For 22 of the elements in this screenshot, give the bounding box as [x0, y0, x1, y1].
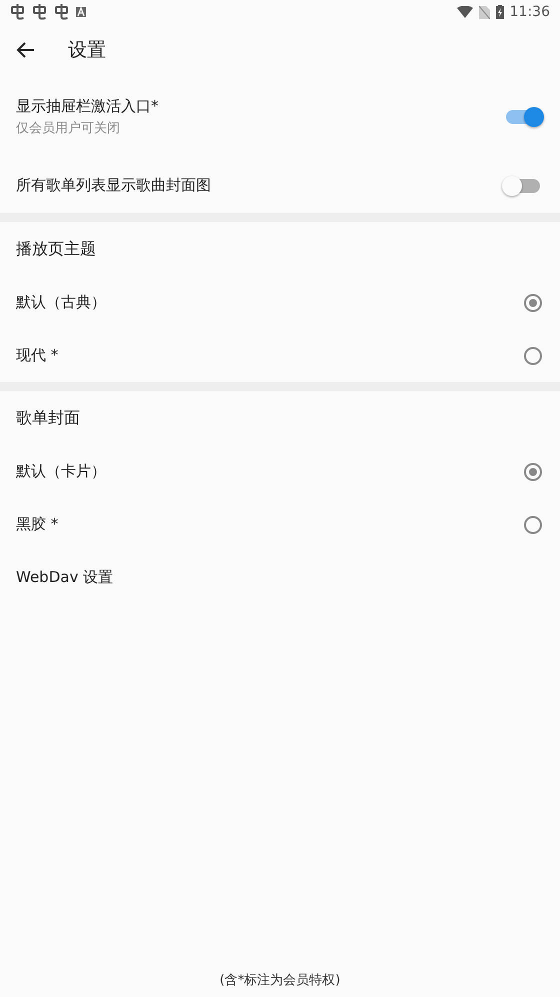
option-label: 黑胶 *: [16, 515, 60, 534]
footer-note: (含*标注为会员特权): [220, 972, 340, 989]
radio-button[interactable]: [524, 346, 542, 364]
radio-button[interactable]: [524, 294, 542, 312]
page-title: 设置: [68, 38, 106, 63]
option-label: 现代 *: [16, 346, 60, 365]
setting-label: 所有歌单列表显示歌曲封面图: [16, 176, 212, 195]
battery-icon: [496, 5, 504, 19]
clock-time: 11:36: [510, 4, 550, 20]
menu-item[interactable]: WebDav 设置: [16, 568, 114, 587]
setting-label: 显示抽屉栏激活入口*: [16, 97, 160, 116]
back-button[interactable]: [16, 40, 36, 60]
section-header: 歌单封面: [16, 408, 80, 428]
option-label: 默认（卡片）: [16, 462, 107, 481]
section-header: 播放页主题: [16, 238, 96, 260]
no-sim-icon: [478, 6, 490, 18]
wifi-icon: [456, 6, 473, 18]
option-label: 默认（古典）: [16, 293, 107, 312]
app-icon: [76, 7, 86, 17]
radio-button[interactable]: [524, 516, 542, 534]
radio-button[interactable]: [524, 462, 542, 480]
setting-subtitle: 仅会员用户可关闭: [16, 120, 121, 137]
